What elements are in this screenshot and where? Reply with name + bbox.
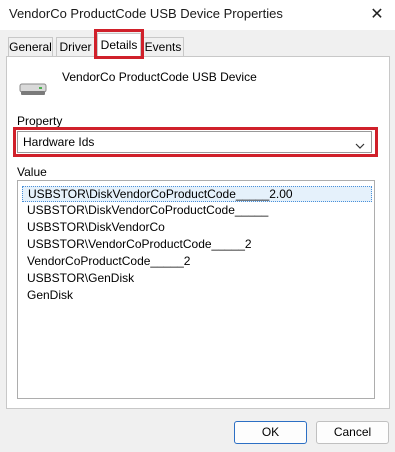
value-label: Value bbox=[17, 165, 47, 179]
list-item[interactable]: VendorCoProductCode_____2 bbox=[22, 254, 372, 270]
usb-drive-icon bbox=[19, 82, 47, 99]
ok-button[interactable]: OK bbox=[234, 421, 307, 444]
tab-events[interactable]: Events bbox=[142, 37, 184, 56]
list-item[interactable]: USBSTOR\DiskVendorCo bbox=[22, 220, 372, 236]
property-select[interactable]: Hardware Ids bbox=[17, 131, 372, 153]
device-name: VendorCo ProductCode USB Device bbox=[62, 70, 257, 84]
list-item[interactable]: GenDisk bbox=[22, 288, 372, 304]
tab-general[interactable]: General bbox=[8, 37, 53, 56]
list-item[interactable]: USBSTOR\DiskVendorCoProductCode_____ bbox=[22, 203, 372, 219]
tab-driver[interactable]: Driver bbox=[56, 37, 95, 56]
close-icon[interactable]: ✕ bbox=[363, 1, 391, 27]
tab-details[interactable]: Details bbox=[97, 33, 141, 57]
title-bar: VendorCo ProductCode USB Device Properti… bbox=[0, 0, 395, 30]
list-item[interactable]: USBSTOR\DiskVendorCoProductCode_____2.00 bbox=[22, 186, 372, 202]
list-item[interactable]: USBSTOR\VendorCoProductCode_____2 bbox=[22, 237, 372, 253]
property-label: Property bbox=[17, 114, 63, 128]
window-title: VendorCo ProductCode USB Device Properti… bbox=[9, 6, 283, 21]
list-item[interactable]: USBSTOR\GenDisk bbox=[22, 271, 372, 287]
cancel-button[interactable]: Cancel bbox=[316, 421, 389, 444]
chevron-down-icon bbox=[355, 138, 365, 152]
property-selected-value: Hardware Ids bbox=[23, 135, 95, 149]
value-list[interactable]: USBSTOR\DiskVendorCoProductCode_____2.00… bbox=[17, 180, 375, 399]
